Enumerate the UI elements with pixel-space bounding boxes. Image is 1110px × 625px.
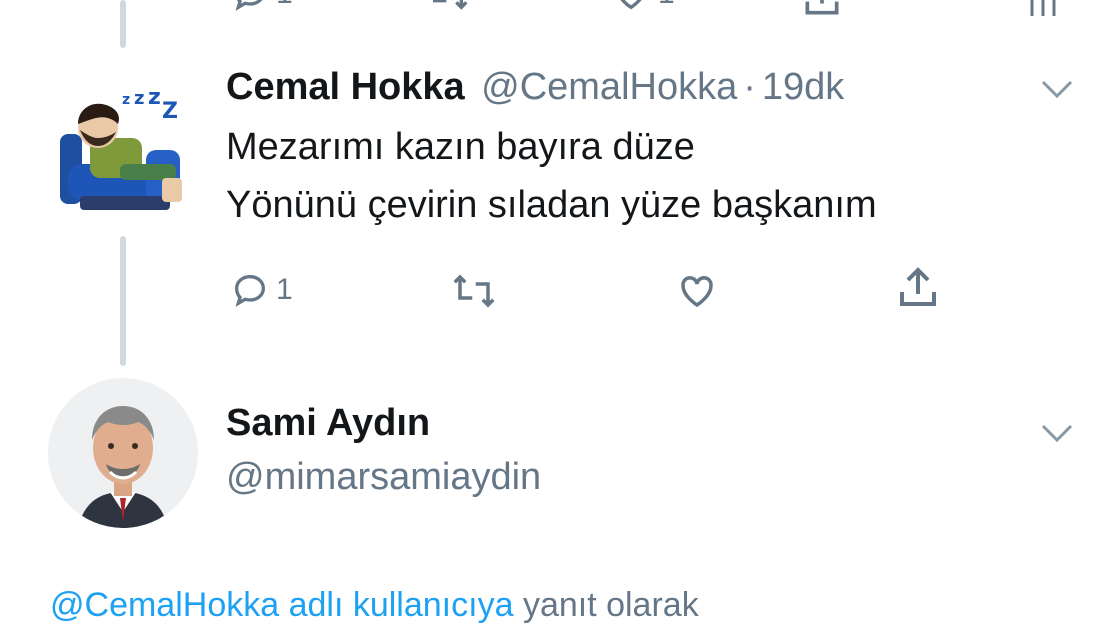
replying-to-link[interactable]: @CemalHokka adlı kullanıcıya xyxy=(50,586,513,624)
like-icon xyxy=(620,0,642,10)
header-separator: · xyxy=(743,66,756,108)
like-action[interactable] xyxy=(674,270,720,312)
top-stats-action[interactable] xyxy=(1028,0,1058,20)
thread-line-middle xyxy=(120,236,126,366)
author-name[interactable]: Cemal Hokka xyxy=(226,66,465,108)
top-reply-count: 1 xyxy=(276,0,293,11)
thread-line-top xyxy=(120,0,126,48)
tweet-cemal[interactable]: z z z Z Cemal Hokka @CemalHokka · 19dk Mez… xyxy=(0,50,1110,366)
top-reply-action[interactable]: 1 xyxy=(230,0,293,14)
avatar-sami[interactable] xyxy=(48,378,198,528)
replying-to: @CemalHokka adlı kullanıcıya yanıt olara… xyxy=(50,586,699,625)
tweet-timestamp[interactable]: 19dk xyxy=(762,66,844,108)
share-icon xyxy=(900,267,936,306)
reply-icon xyxy=(234,274,266,307)
tweet-header: Cemal Hokka @CemalHokka · 19dk xyxy=(226,66,844,109)
svg-text:z: z xyxy=(122,92,130,108)
chevron-down-icon xyxy=(1041,424,1073,443)
avatar-cemal[interactable]: z z z Z xyxy=(50,78,194,222)
tweet-text-line-2: Yönünü çevirin sıladan yüze başkanım xyxy=(226,184,877,226)
reply-icon xyxy=(235,0,263,11)
top-like-count: 1 xyxy=(658,0,675,11)
tweet-menu-chevron[interactable] xyxy=(1040,78,1074,105)
chevron-down-icon xyxy=(1041,80,1073,99)
like-icon xyxy=(681,276,713,308)
reply-author-name[interactable]: Sami Aydın xyxy=(226,402,430,445)
svg-text:Z: Z xyxy=(162,99,178,124)
reply-action[interactable]: 1 xyxy=(230,270,293,310)
stats-icon xyxy=(1030,0,1056,16)
tweet-text: Mezarımı kazın bayıra düze Yönünü çeviri… xyxy=(226,118,877,234)
svg-text:z: z xyxy=(148,85,161,110)
reply-author-handle[interactable]: @mimarsamiaydin xyxy=(226,456,541,499)
svg-text:z: z xyxy=(134,88,144,109)
reply-count: 1 xyxy=(276,273,293,306)
retweet-icon xyxy=(453,274,495,308)
tweet-text-line-1: Mezarımı kazın bayıra düze xyxy=(226,126,695,168)
top-retweet-action[interactable] xyxy=(426,0,470,14)
top-share-action[interactable] xyxy=(800,0,844,20)
top-like-action[interactable]: 1 xyxy=(610,0,675,14)
author-handle[interactable]: @CemalHokka xyxy=(481,66,737,108)
retweet-icon xyxy=(433,0,468,10)
retweet-action[interactable] xyxy=(448,270,500,312)
replying-to-suffix: yanıt olarak xyxy=(522,586,699,624)
share-icon xyxy=(805,0,839,15)
share-action[interactable] xyxy=(894,264,942,312)
reply-menu-chevron[interactable] xyxy=(1040,422,1074,449)
